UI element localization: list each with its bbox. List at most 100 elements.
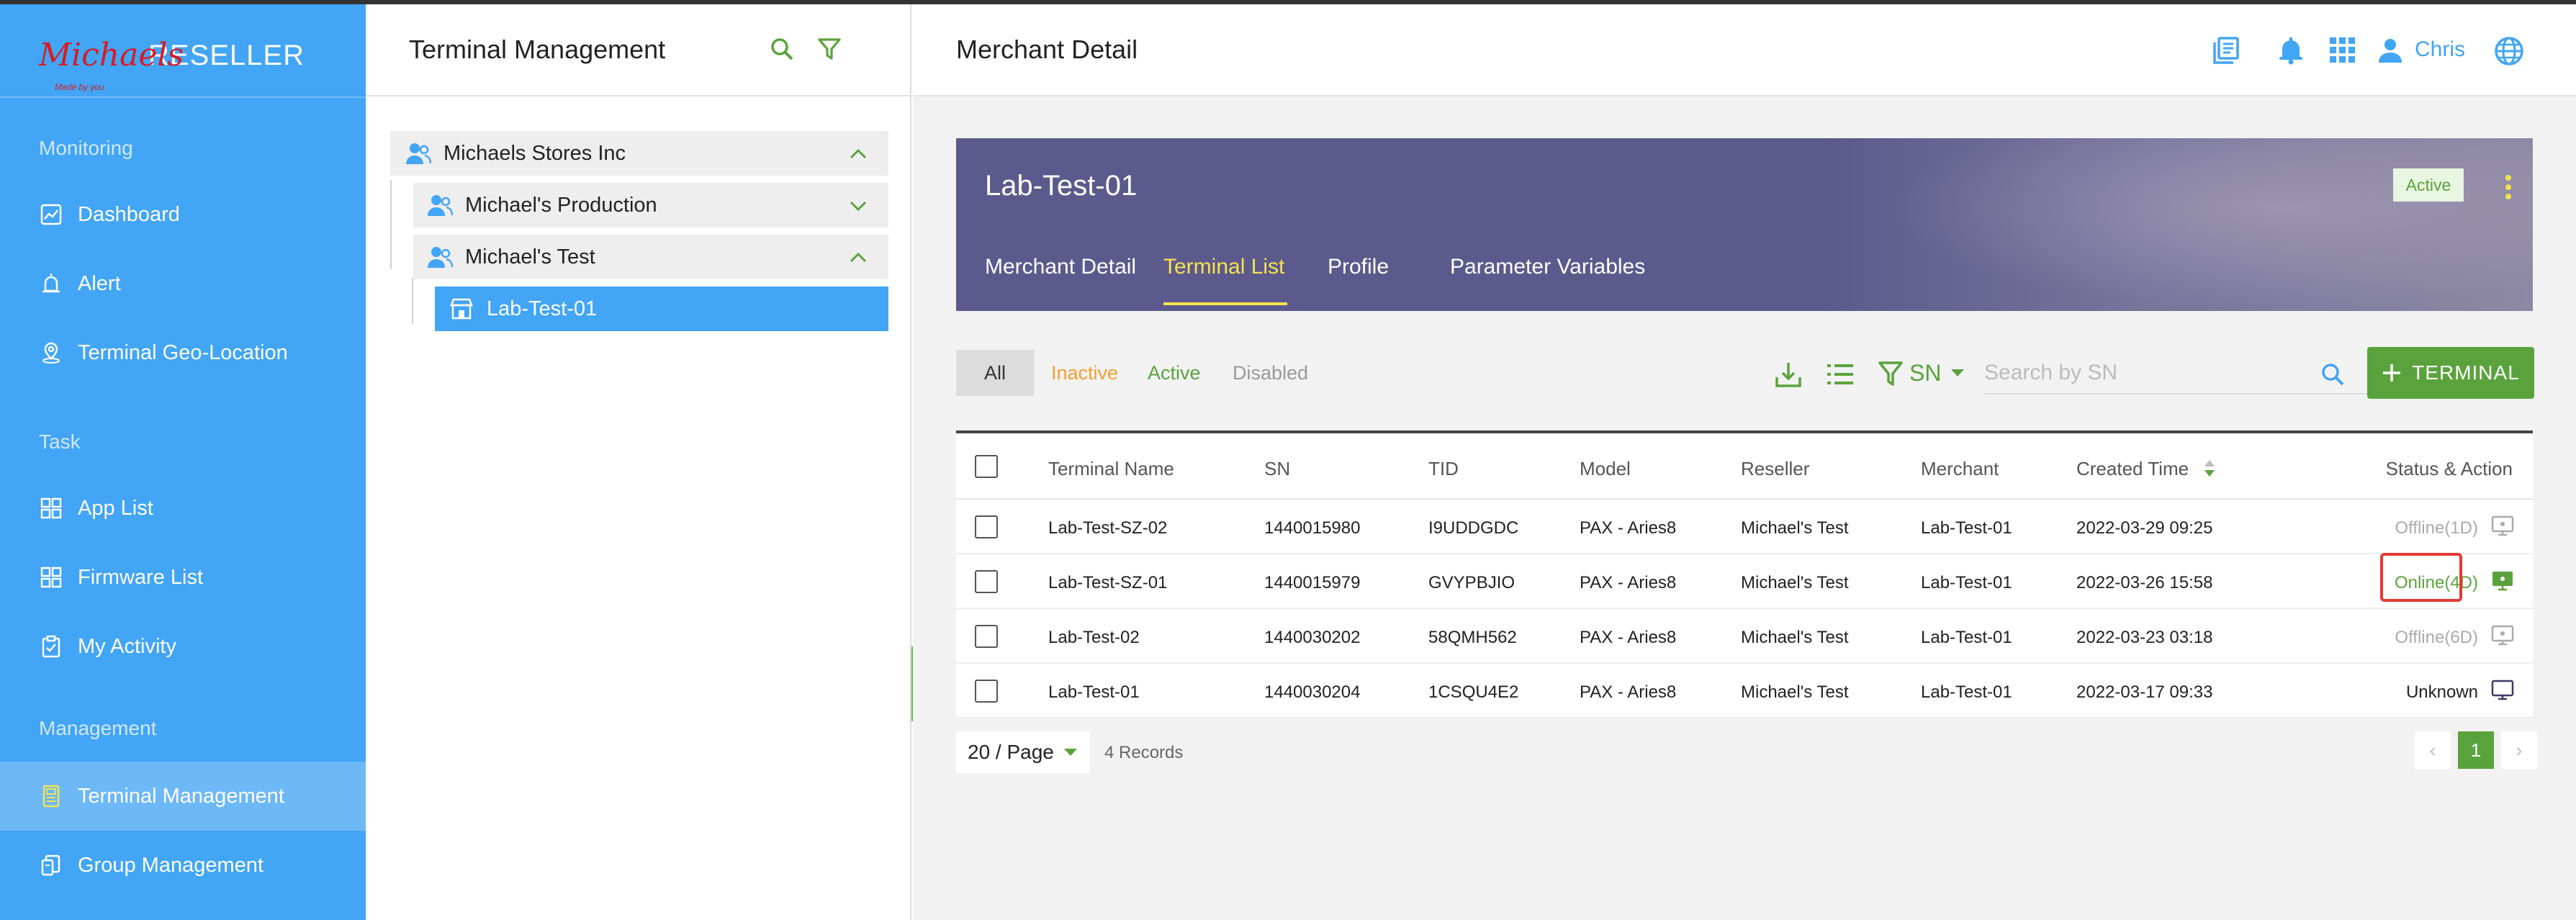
filter-disabled-button[interactable]: Disabled	[1233, 350, 1308, 396]
tree-node-michaels-test[interactable]: Michael's Test	[413, 235, 888, 279]
cell-terminal-name[interactable]: Lab-Test-SZ-02	[1048, 518, 1167, 538]
table-row[interactable]: Lab-Test-01 1440030204 1CSQU4E2 PAX - Ar…	[956, 664, 2533, 718]
cell-terminal-name[interactable]: Lab-Test-SZ-01	[1048, 573, 1167, 593]
person-icon	[405, 140, 432, 167]
sidebar-item-terminal-management[interactable]: Terminal Management	[0, 762, 366, 831]
sidebar-item-geo-location[interactable]: Terminal Geo-Location	[0, 318, 366, 387]
filter-icon[interactable]	[816, 36, 842, 62]
section-management: Management	[39, 717, 157, 739]
merchant-name: Lab-Test-01	[985, 170, 1138, 202]
sidebar-item-app-list[interactable]: App List	[0, 474, 366, 543]
globe-icon[interactable]	[2494, 36, 2524, 66]
filter-active-button[interactable]: Active	[1148, 350, 1201, 396]
apps-grid-icon[interactable]	[2328, 36, 2357, 65]
column-created-time[interactable]: Created Time	[2076, 458, 2189, 480]
docs-icon[interactable]	[2212, 36, 2241, 65]
row-checkbox[interactable]	[975, 570, 998, 593]
sidebar-item-alert[interactable]: Alert	[0, 249, 366, 318]
page-button-1[interactable]: 1	[2458, 731, 2494, 769]
search-field-select[interactable]: SN	[1909, 350, 1965, 396]
table-row[interactable]: Lab-Test-SZ-01 1440015979 GVYPBJIO PAX -…	[956, 554, 2533, 609]
page-title: Merchant Detail	[956, 35, 1138, 64]
tree-header: Terminal Management	[366, 4, 910, 96]
row-checkbox[interactable]	[975, 680, 998, 703]
search-icon[interactable]	[769, 36, 795, 62]
monitor-icon[interactable]	[2491, 515, 2514, 537]
user-name[interactable]: Chris	[2415, 37, 2465, 62]
cell-model: PAX - Aries8	[1580, 573, 1677, 592]
list-icon[interactable]	[1826, 361, 1855, 387]
table-header: Terminal Name SN TID Model Reseller Merc…	[956, 430, 2533, 500]
location-icon	[39, 341, 63, 365]
page-size-select[interactable]: 20 / Page	[956, 731, 1090, 773]
chevron-up-icon[interactable]	[848, 248, 868, 268]
sidebar-item-group-management[interactable]: Group Management	[0, 831, 366, 900]
grid-icon	[39, 496, 63, 520]
tree-title: Terminal Management	[409, 35, 666, 64]
section-monitoring: Monitoring	[39, 137, 133, 159]
bell-icon[interactable]	[2276, 36, 2305, 65]
sidebar-item-label: Firmware List	[78, 565, 204, 589]
monitor-icon[interactable]	[2491, 625, 2514, 646]
terminal-icon	[39, 784, 63, 808]
next-page-button[interactable]: ›	[2501, 731, 2537, 769]
monitor-online-icon[interactable]	[2491, 570, 2514, 592]
caret-down-icon	[1063, 747, 1078, 757]
cell-created-time: 2022-03-29 09:25	[2076, 518, 2213, 538]
row-checkbox[interactable]	[975, 625, 998, 648]
brand[interactable]: Michaels Made by you RESELLER	[39, 30, 305, 93]
sidebar-item-label: Group Management	[78, 853, 264, 877]
monitor-unknown-icon[interactable]	[2491, 680, 2514, 701]
tree-node-michaels-production[interactable]: Michael's Production	[413, 183, 888, 227]
user-icon[interactable]	[2376, 36, 2405, 65]
alert-icon	[39, 271, 63, 296]
cell-sn: 1440015979	[1264, 573, 1361, 592]
tab-parameter-variables[interactable]: Parameter Variables	[1450, 255, 1645, 279]
cell-tid: 1CSQU4E2	[1428, 682, 1519, 702]
row-checkbox[interactable]	[975, 515, 998, 538]
cell-sn: 1440030204	[1264, 682, 1361, 702]
cell-tid: 58QMH562	[1428, 628, 1517, 647]
tree-node-michaels-stores[interactable]: Michaels Stores Inc	[390, 131, 888, 176]
filter-inactive-button[interactable]: Inactive	[1051, 350, 1118, 396]
sidebar-item-my-activity[interactable]: My Activity	[0, 612, 366, 681]
table-row[interactable]: Lab-Test-SZ-02 1440015980 I9UDDGDC PAX -…	[956, 500, 2533, 554]
filter-all-button[interactable]: All	[956, 350, 1034, 396]
search-underline	[1984, 393, 2373, 394]
column-merchant: Merchant	[1921, 458, 1999, 479]
tab-terminal-list[interactable]: Terminal List	[1163, 255, 1284, 279]
add-terminal-label: TERMINAL	[2412, 361, 2520, 384]
cell-terminal-name[interactable]: Lab-Test-01	[1048, 682, 1140, 703]
tree-node-lab-test-01[interactable]: Lab-Test-01	[435, 287, 888, 331]
store-icon	[448, 295, 475, 323]
add-terminal-button[interactable]: TERMINAL	[2367, 347, 2534, 399]
search-input[interactable]	[1984, 354, 2315, 392]
filter-icon[interactable]	[1878, 360, 1904, 387]
select-all-checkbox[interactable]	[975, 455, 998, 478]
prev-page-button[interactable]: ‹	[2415, 731, 2451, 769]
cell-reseller: Michael's Test	[1741, 628, 1849, 647]
cell-terminal-name[interactable]: Lab-Test-02	[1048, 628, 1140, 648]
export-icon[interactable]	[1774, 360, 1803, 389]
cell-merchant: Lab-Test-01	[1921, 682, 2012, 702]
search-icon[interactable]	[2320, 361, 2346, 387]
sidebar-item-label: Dashboard	[78, 202, 180, 226]
chevron-down-icon[interactable]	[848, 196, 868, 216]
sidebar-item-dashboard[interactable]: Dashboard	[0, 180, 366, 249]
search-field-label: SN	[1909, 359, 1942, 386]
merchant-banner: Lab-Test-01 Active Merchant Detail Termi…	[956, 138, 2533, 311]
status-text: Offline(6D)	[2395, 628, 2478, 647]
sort-icon[interactable]	[2203, 458, 2216, 479]
chevron-up-icon[interactable]	[848, 144, 868, 164]
more-vertical-icon[interactable]	[2504, 174, 2513, 200]
sidebar: Michaels Made by you RESELLER Monitoring …	[0, 4, 366, 920]
main-header: Merchant Detail Chris	[913, 4, 2576, 96]
section-task: Task	[39, 430, 81, 453]
tab-profile[interactable]: Profile	[1328, 255, 1389, 279]
table-row[interactable]: Lab-Test-02 1440030202 58QMH562 PAX - Ar…	[956, 609, 2533, 664]
cell-sn: 1440015980	[1264, 518, 1361, 538]
tree-connector	[412, 278, 413, 324]
tab-merchant-detail[interactable]: Merchant Detail	[985, 255, 1136, 279]
caret-down-icon	[1950, 368, 1965, 378]
sidebar-item-firmware-list[interactable]: Firmware List	[0, 543, 366, 612]
